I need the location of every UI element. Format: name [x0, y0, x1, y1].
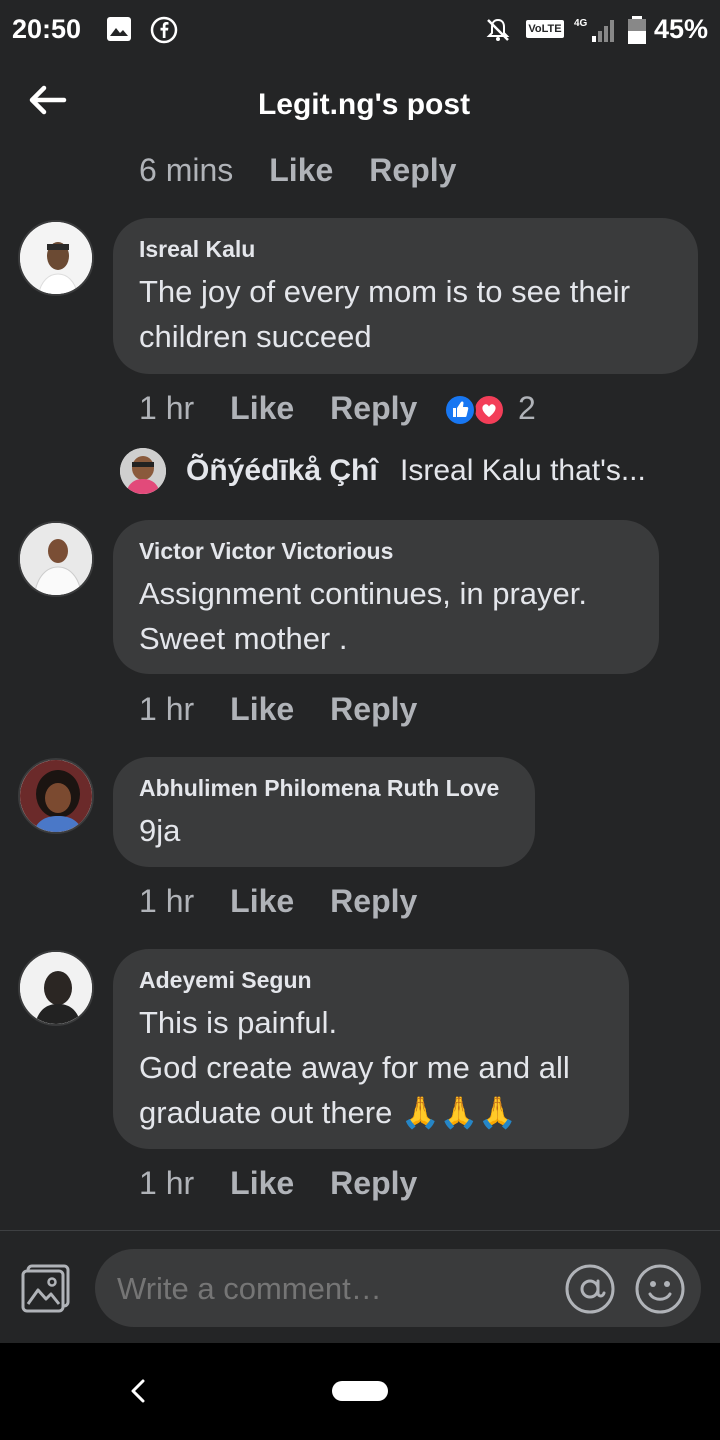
prev-comment-actions: 6 mins Like Reply: [139, 152, 492, 189]
avatar-photo: [20, 222, 92, 294]
comment-line: children succeed: [139, 319, 372, 354]
comment-line: Assignment continues, in prayer.: [139, 576, 588, 611]
status-bar: 20:50 VoLTE 4G 45%: [0, 0, 720, 60]
comment-line: graduate out there 🙏🙏🙏: [139, 1095, 517, 1130]
comment-author[interactable]: Adeyemi Segun: [139, 967, 603, 994]
comment-time: 1 hr: [139, 390, 195, 426]
reply-button[interactable]: Reply: [330, 883, 417, 919]
svg-text:4G: 4G: [574, 18, 588, 29]
composer-divider: [0, 1230, 720, 1231]
comment-composer: [95, 1249, 701, 1327]
comment-input[interactable]: [117, 1271, 537, 1307]
nav-back-icon[interactable]: [128, 1377, 148, 1405]
mute-icon: [486, 18, 510, 41]
avatar[interactable]: [18, 950, 94, 1026]
comment-line: 9ja: [139, 813, 181, 848]
comment-text: 9ja: [139, 808, 509, 853]
avatar[interactable]: [18, 521, 94, 597]
avatar-photo: [20, 523, 92, 595]
like-button[interactable]: Like: [230, 390, 294, 426]
signal-icon: 4G: [574, 18, 614, 42]
avatar[interactable]: [120, 448, 166, 494]
comment-line: God create away for me and all: [139, 1050, 570, 1085]
comment-actions: 1 hr Like Reply: [139, 390, 453, 427]
avatar-photo: [20, 760, 92, 832]
comment-time: 6 mins: [139, 152, 234, 188]
comment-actions: 1 hr Like Reply: [139, 691, 453, 728]
gallery-notification-icon: [107, 17, 131, 41]
avatar[interactable]: [18, 758, 94, 834]
status-time: 20:50: [12, 14, 82, 44]
avatar-photo: [20, 952, 92, 1024]
like-button[interactable]: Like: [230, 691, 294, 727]
comment-time: 1 hr: [139, 883, 195, 919]
reply-button[interactable]: Reply: [369, 152, 456, 188]
comment-line: This is painful.: [139, 1005, 338, 1040]
page-title: Legit.ng's post: [257, 88, 471, 121]
comment-text: The joy of every mom is to see their chi…: [139, 269, 672, 359]
comment-bubble: Abhulimen Philomena Ruth Love 9ja: [113, 757, 535, 867]
comment-author[interactable]: Isreal Kalu: [139, 236, 672, 263]
like-button[interactable]: Like: [269, 152, 333, 188]
like-button[interactable]: Like: [230, 1165, 294, 1201]
like-button[interactable]: Like: [230, 883, 294, 919]
volte-badge: VoLTE: [526, 20, 564, 38]
comment-time: 1 hr: [139, 1165, 195, 1201]
reply-author: Õñýédīkå Çhî: [186, 454, 378, 487]
emoji-icon[interactable]: [635, 1264, 685, 1314]
comment-text: Assignment continues, in prayer. Sweet m…: [139, 571, 633, 661]
comment-actions: 1 hr Like Reply: [139, 883, 453, 920]
comment-text: This is painful. God create away for me …: [139, 1000, 603, 1135]
avatar[interactable]: [18, 220, 94, 296]
reaction-count[interactable]: 2: [518, 390, 536, 427]
reply-button[interactable]: Reply: [330, 691, 417, 727]
reply-button[interactable]: Reply: [330, 1165, 417, 1201]
comment-author[interactable]: Abhulimen Philomena Ruth Love: [139, 775, 509, 802]
comment-line: Sweet mother .: [139, 621, 348, 656]
nav-home-pill[interactable]: [332, 1381, 388, 1401]
comment-author[interactable]: Victor Victor Victorious: [139, 538, 633, 565]
post-header: Legit.ng's post: [0, 70, 720, 142]
battery-icon: [628, 16, 646, 44]
comment-line: The joy of every mom is to see their: [139, 274, 631, 309]
battery-percent: 45%: [653, 14, 708, 44]
comment-actions: 1 hr Like Reply: [139, 1165, 453, 1202]
comment-bubble: Isreal Kalu The joy of every mom is to s…: [113, 218, 698, 374]
avatar-photo: [120, 448, 166, 494]
system-nav-bar: [0, 1343, 720, 1440]
comment-bubble: Victor Victor Victorious Assignment cont…: [113, 520, 659, 674]
reactions-icon[interactable]: [444, 394, 506, 426]
comment-bubble: Adeyemi Segun This is painful. God creat…: [113, 949, 629, 1149]
comment-time: 1 hr: [139, 691, 195, 727]
mention-icon[interactable]: [565, 1264, 615, 1314]
reply-text: Isreal Kalu that's...: [400, 454, 646, 487]
reply-button[interactable]: Reply: [330, 390, 417, 426]
photo-icon[interactable]: [20, 1262, 72, 1314]
facebook-notification-icon: [150, 16, 178, 44]
